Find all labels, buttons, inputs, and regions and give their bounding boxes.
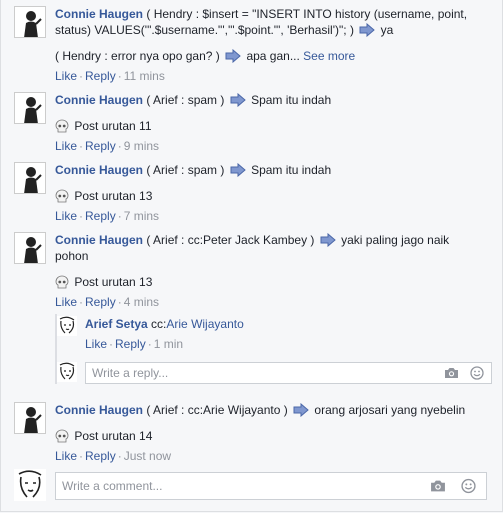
comment-text: Spam itu indah [251, 93, 332, 107]
separator: · [79, 69, 84, 83]
separator: · [117, 139, 122, 153]
avatar [14, 469, 46, 501]
person-silhouette-icon [15, 403, 45, 433]
comment-text: orang arjosari yang nyebelin [314, 403, 466, 417]
timestamp[interactable]: 9 mins [124, 139, 159, 153]
smiley-icon[interactable] [461, 478, 476, 494]
comment-text: Post urutan 13 [74, 275, 153, 289]
comment-author[interactable]: Connie Haugen [55, 7, 143, 21]
comment-input[interactable]: Write a comment... [55, 472, 487, 500]
separator: · [79, 139, 84, 153]
mention-link[interactable]: Arie Wijayanto [166, 317, 243, 331]
reply-button[interactable]: Reply [85, 295, 116, 309]
camera-icon[interactable] [430, 480, 446, 493]
comment-text: apa gan... [246, 49, 300, 63]
separator: · [117, 295, 122, 309]
person-silhouette-icon [15, 233, 45, 263]
comment-text: ( Hendry : error nya opo gan? ) [55, 49, 220, 63]
avatar[interactable] [14, 92, 46, 124]
separator: · [117, 449, 122, 463]
skull-emoji-icon [55, 119, 69, 133]
timestamp[interactable]: 11 mins [124, 69, 165, 83]
separator: · [79, 209, 84, 223]
separator: · [79, 449, 84, 463]
like-button[interactable]: Like [55, 449, 77, 463]
comment-text: ( Arief : cc:Peter Jack Kambey ) [146, 233, 315, 247]
timestamp[interactable]: 4 mins [124, 295, 159, 309]
avatar[interactable] [14, 162, 46, 194]
timestamp[interactable]: 1 min [154, 337, 183, 351]
right-arrow-emoji-icon [320, 233, 336, 247]
sketch-face-icon [14, 469, 46, 501]
comment-author[interactable]: Connie Haugen [55, 93, 143, 107]
smiley-icon[interactable] [470, 366, 484, 380]
like-button[interactable]: Like [55, 295, 77, 309]
reply-text-prefix: cc: [151, 317, 167, 331]
reply-author[interactable]: Arief Setya [85, 317, 148, 331]
person-silhouette-icon [15, 93, 45, 123]
sketch-face-icon [57, 362, 77, 382]
comment-author[interactable]: Connie Haugen [55, 403, 143, 417]
avatar[interactable] [57, 316, 77, 336]
like-button[interactable]: Like [85, 337, 107, 351]
like-button[interactable]: Like [55, 139, 77, 153]
avatar[interactable] [14, 402, 46, 434]
right-arrow-emoji-icon [230, 163, 246, 177]
reply-button[interactable]: Reply [115, 337, 146, 351]
separator: · [109, 337, 114, 351]
sketch-face-icon [57, 316, 77, 336]
right-arrow-emoji-icon [293, 403, 309, 417]
comment-author[interactable]: Connie Haugen [55, 163, 143, 177]
person-silhouette-icon [15, 163, 45, 193]
separator: · [147, 337, 152, 351]
comment-text: Spam itu indah [251, 163, 332, 177]
comment-text: ( Arief : cc:Arie Wijayanto ) [146, 403, 288, 417]
comment-author[interactable]: Connie Haugen [55, 233, 143, 247]
avatar [57, 362, 77, 382]
timestamp[interactable]: Just now [124, 449, 171, 463]
comment-input-placeholder: Write a comment... [62, 479, 163, 493]
comment-text: ya [380, 23, 394, 37]
comment-text: Post urutan 14 [74, 429, 153, 443]
separator: · [79, 295, 84, 309]
avatar[interactable] [14, 232, 46, 264]
right-arrow-emoji-icon [225, 49, 241, 63]
camera-icon[interactable] [444, 367, 459, 379]
person-silhouette-icon [15, 7, 45, 37]
see-more-link[interactable]: See more [303, 49, 355, 63]
comment-text: ( Arief : spam ) [146, 93, 225, 107]
reply-input[interactable]: Write a reply... [85, 362, 492, 384]
avatar[interactable] [14, 6, 46, 38]
reply-button[interactable]: Reply [85, 209, 116, 223]
skull-emoji-icon [55, 429, 69, 443]
reply-button[interactable]: Reply [85, 69, 116, 83]
separator: · [117, 209, 122, 223]
right-arrow-emoji-icon [230, 93, 246, 107]
reply-button[interactable]: Reply [85, 449, 116, 463]
reply-button[interactable]: Reply [85, 139, 116, 153]
timestamp[interactable]: 7 mins [124, 209, 159, 223]
skull-emoji-icon [55, 189, 69, 203]
separator: · [117, 69, 122, 83]
comment-text: Post urutan 13 [74, 189, 153, 203]
right-arrow-emoji-icon [359, 23, 376, 37]
comment-text: Post urutan 11 [74, 119, 152, 133]
comment-text: ( Arief : spam ) [146, 163, 225, 177]
like-button[interactable]: Like [55, 69, 77, 83]
reply-thread: Arief Setya cc:Arie Wijayanto Like · Reply… [55, 314, 497, 384]
reply-input-placeholder: Write a reply... [92, 366, 169, 380]
skull-emoji-icon [55, 275, 69, 289]
like-button[interactable]: Like [55, 209, 77, 223]
